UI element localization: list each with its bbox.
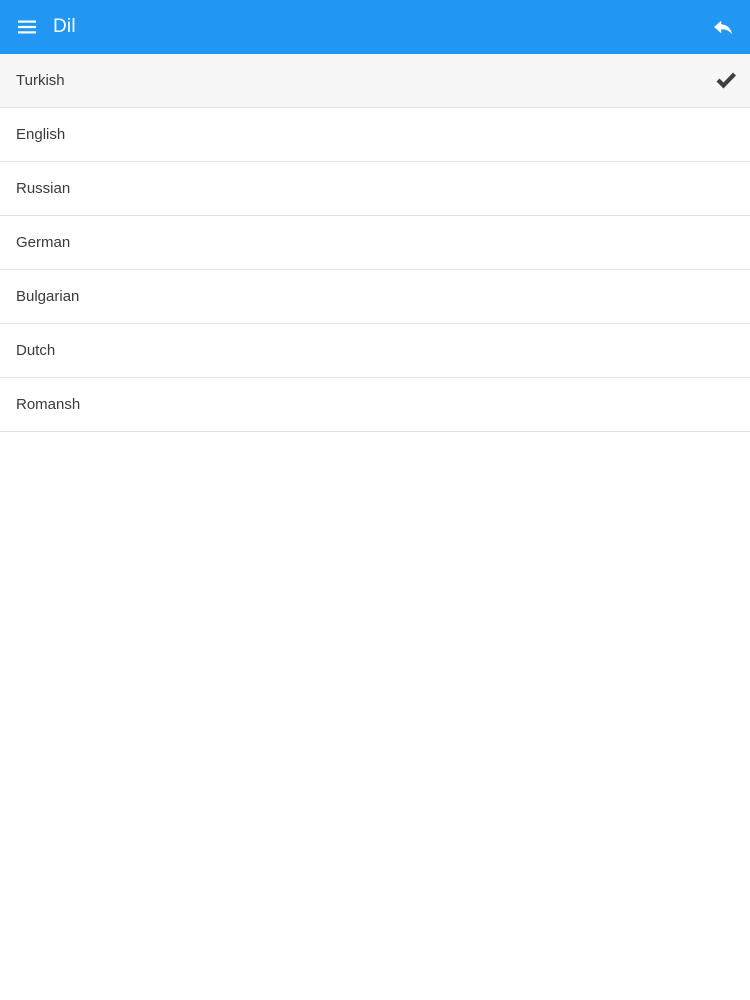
language-label: German — [16, 234, 71, 251]
language-label: Dutch — [16, 342, 56, 359]
menu-button[interactable] — [0, 0, 54, 54]
language-item-german[interactable]: German — [0, 216, 750, 270]
language-label: English — [16, 126, 66, 143]
language-list: Turkish English Russian German Bulgarian… — [0, 54, 750, 432]
checkmark-icon — [714, 69, 738, 93]
language-item-romansh[interactable]: Romansh — [0, 378, 750, 432]
language-label: Bulgarian — [16, 288, 80, 305]
language-item-bulgarian[interactable]: Bulgarian — [0, 270, 750, 324]
language-item-russian[interactable]: Russian — [0, 162, 750, 216]
language-screen: Dil Turkish English Russian German Bulga… — [0, 0, 750, 1000]
menu-icon — [17, 19, 37, 35]
language-label: Russian — [16, 180, 71, 197]
reply-icon — [712, 18, 734, 36]
page-title: Dil — [53, 16, 76, 37]
language-item-turkish[interactable]: Turkish — [0, 54, 750, 108]
language-item-english[interactable]: English — [0, 108, 750, 162]
language-item-dutch[interactable]: Dutch — [0, 324, 750, 378]
toolbar: Dil — [0, 0, 750, 54]
language-label: Romansh — [16, 396, 81, 413]
language-label: Turkish — [16, 72, 65, 89]
back-button[interactable] — [696, 0, 750, 54]
